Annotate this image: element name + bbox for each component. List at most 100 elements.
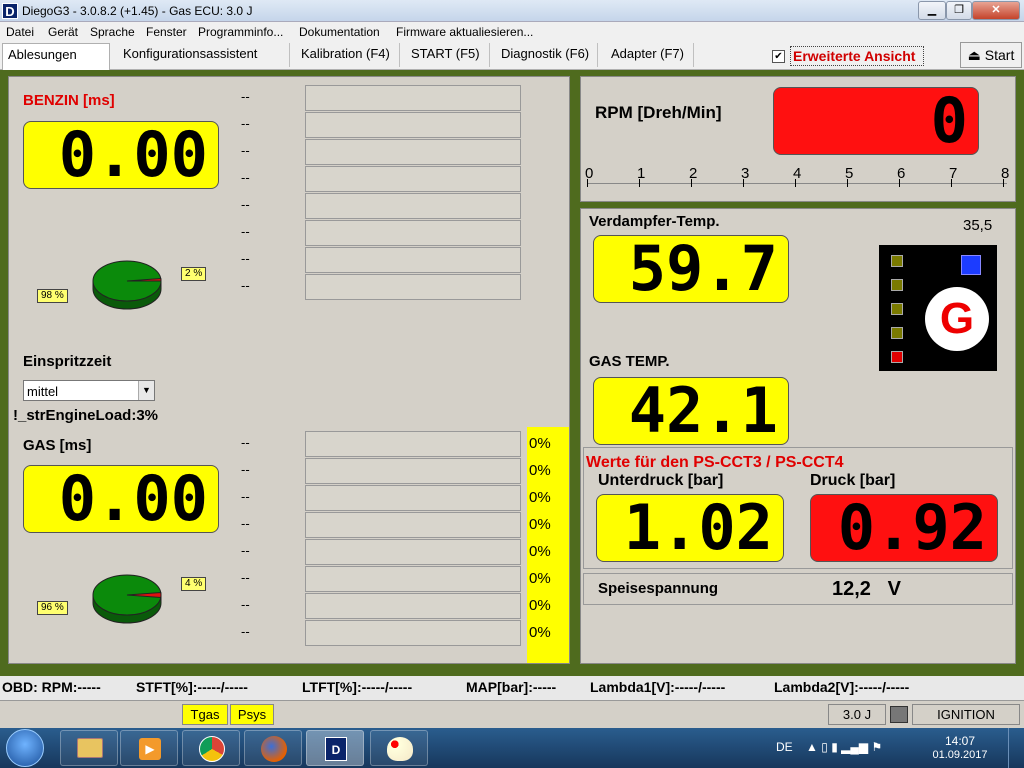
flag-icon: ⚑ <box>871 740 883 754</box>
tgas-indicator: Tgas <box>182 704 228 725</box>
language-indicator[interactable]: DE <box>776 740 793 754</box>
rpm-display: 0 <box>773 87 979 155</box>
menu-geraet[interactable]: Gerät <box>48 25 78 39</box>
benzin-pie-large-label: 98 % <box>37 289 68 303</box>
tab-ablesungen[interactable]: Ablesungen (F2) <box>2 43 110 84</box>
taskbar-explorer[interactable] <box>60 730 118 766</box>
gas-pie-chart <box>92 574 162 624</box>
gas-pie-large-label: 96 % <box>37 601 68 615</box>
verdampfer-display: 59.7 <box>593 235 789 303</box>
tab-diagnostik[interactable]: Diagnostik (F6) <box>496 43 598 67</box>
verdampfer-label: Verdampfer-Temp. <box>589 213 720 230</box>
extended-view-label[interactable]: Erweiterte Ansicht <box>790 46 924 66</box>
menu-sprache[interactable]: Sprache <box>90 25 135 39</box>
tab-adapter[interactable]: Adapter (F7) <box>606 43 694 67</box>
obd-ltft: LTFT[%]:-----/----- <box>302 679 413 695</box>
tab-bar: Ablesungen (F2) Konfigurationsassistent … <box>0 40 1024 84</box>
menu-bar: Datei Gerät Sprache Fenster Programminfo… <box>0 22 1024 40</box>
obd-stft: STFT[%]:-----/----- <box>136 679 248 695</box>
rpm-scale-tick <box>795 179 796 187</box>
gas-percent-6: 0% <box>529 597 551 614</box>
taskbar-diego[interactable]: D <box>306 730 364 766</box>
app-icon: D <box>2 3 18 19</box>
benzin-dash-6: -- <box>241 251 250 266</box>
taskbar: ▶ D DE ▲ ▯ ▮ ▂▄▆ ⚑ 14:07 01.09.2017 <box>0 728 1024 768</box>
gas-percent-3: 0% <box>529 516 551 533</box>
indicator-led-2 <box>891 303 903 315</box>
benzin-pie-chart <box>92 260 162 310</box>
taskbar-paint[interactable] <box>370 730 428 766</box>
gas-temp-display: 42.1 <box>593 377 789 445</box>
obd-bar: OBD: RPM:----- STFT[%]:-----/----- LTFT[… <box>0 676 1024 700</box>
gas-dash-1: -- <box>241 462 250 477</box>
extended-view-checkbox[interactable]: ✔ <box>772 50 785 63</box>
gas-bar-3 <box>305 512 521 538</box>
gas-temp-label: GAS TEMP. <box>589 353 670 370</box>
gas-pie-small-label: 4 % <box>181 577 207 591</box>
benzin-dash-3: -- <box>241 170 250 185</box>
rpm-scale-tick <box>1003 179 1004 187</box>
ignition-label: IGNITION <box>912 704 1020 725</box>
benzin-label: BENZIN [ms] <box>23 92 115 109</box>
ecu-version: 3.0 J <box>828 704 886 725</box>
einspritzzeit-select[interactable]: mittel ▼ <box>23 380 155 401</box>
indicator-led-0 <box>891 255 903 267</box>
benzin-bars: -- -- -- -- -- -- -- -- <box>241 85 531 305</box>
maximize-button[interactable]: ❐ <box>946 1 972 20</box>
menu-datei[interactable]: Datei <box>6 25 34 39</box>
gas-dash-4: -- <box>241 543 250 558</box>
start-button[interactable]: ⏏ Start <box>960 42 1022 68</box>
rpm-scale-tick <box>691 179 692 187</box>
obd-lambda2: Lambda2[V]:-----/----- <box>774 679 910 695</box>
benzin-bar-1 <box>305 112 521 138</box>
ignition-led <box>890 706 908 723</box>
diego-icon: D <box>325 737 347 761</box>
druck-label: Druck [bar] <box>810 472 896 489</box>
rpm-scale-axis <box>587 183 1007 184</box>
close-button[interactable]: ✕ <box>972 1 1020 20</box>
speisespannung-label: Speisespannung <box>598 580 719 597</box>
gas-bar-1 <box>305 458 521 484</box>
einspritzzeit-selected: mittel <box>27 384 59 399</box>
tab-kalibration[interactable]: Kalibration (F4) <box>296 43 400 67</box>
minimize-button[interactable]: ▁ <box>918 1 946 20</box>
tab-start[interactable]: START (F5) <box>406 43 490 67</box>
rpm-scale-tick <box>743 179 744 187</box>
left-panel: BENZIN [ms] 0.00 -- -- -- -- -- -- -- -- 98 % 2… <box>8 76 570 664</box>
obd-rpm: OBD: RPM:----- <box>2 679 101 695</box>
tab-konfigurationsassistent[interactable]: Konfigurationsassistent (F3) <box>118 43 290 83</box>
menu-programminfo[interactable]: Programminfo... <box>198 25 283 39</box>
benzin-dash-5: -- <box>241 224 250 239</box>
menu-fenster[interactable]: Fenster <box>146 25 187 39</box>
rpm-scale: 012345678 <box>585 165 1011 195</box>
clock-time[interactable]: 14:07 <box>930 734 990 748</box>
g-logo-icon: G <box>925 287 989 351</box>
gas-label: GAS [ms] <box>23 437 92 454</box>
taskbar-firefox[interactable] <box>244 730 302 766</box>
clock-date[interactable]: 01.09.2017 <box>930 749 990 761</box>
show-desktop-button[interactable] <box>1008 728 1024 768</box>
benzin-bar-2 <box>305 139 521 165</box>
blue-led <box>961 255 981 275</box>
unterdruck-label: Unterdruck [bar] <box>598 472 724 489</box>
menu-dokumentation[interactable]: Dokumentation <box>299 25 380 39</box>
paint-icon <box>387 737 413 761</box>
gas-dash-2: -- <box>241 489 250 504</box>
tray-icons[interactable]: ▲ ▯ ▮ ▂▄▆ ⚑ <box>806 740 882 754</box>
benzin-dash-2: -- <box>241 143 250 158</box>
chevron-down-icon: ▼ <box>138 381 154 400</box>
maximize-icon: ❐ <box>954 4 964 16</box>
ps-cct-title: Werte für den PS-CCT3 / PS-CCT4 <box>586 454 844 471</box>
benzin-pie-small-label: 2 % <box>181 267 207 281</box>
firefox-icon <box>261 736 287 762</box>
gas-percent-2: 0% <box>529 489 551 506</box>
gas-percent-1: 0% <box>529 462 551 479</box>
taskbar-chrome[interactable] <box>182 730 240 766</box>
gas-percent-5: 0% <box>529 570 551 587</box>
start-orb-icon[interactable] <box>6 729 44 767</box>
benzin-bar-4 <box>305 193 521 219</box>
gas-bar-5 <box>305 566 521 592</box>
taskbar-media[interactable]: ▶ <box>120 730 178 766</box>
menu-firmware[interactable]: Firmware aktualiesieren... <box>396 25 533 39</box>
temp-panel: Verdampfer-Temp. 35,5 59.7 G GAS TEMP. 4… <box>580 208 1016 664</box>
